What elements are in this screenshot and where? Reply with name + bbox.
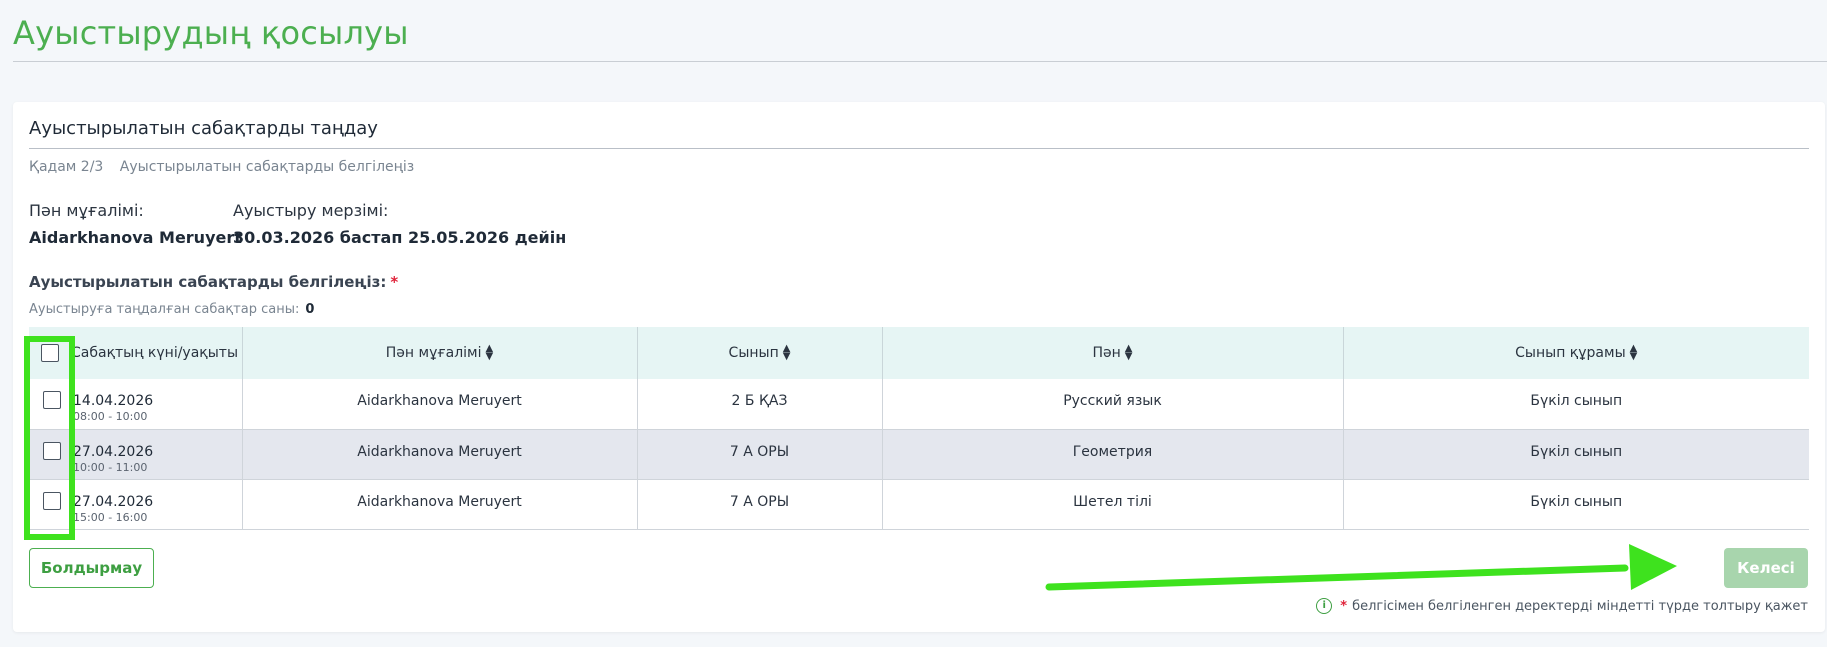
subject-cell: Геометрия [882, 429, 1344, 480]
sort-icon[interactable]: ▲ ▼ [486, 344, 494, 362]
period-value: 30.03.2026 бастап 25.05.2026 дейін [233, 228, 567, 247]
required-mark: * [1340, 598, 1348, 614]
composition-cell: Бүкіл сынып [1343, 379, 1809, 430]
card-divider [29, 148, 1809, 149]
required-footnote: i * белгісімен белгіленген деректерді мі… [1316, 598, 1808, 614]
selected-count-value: 0 [305, 302, 315, 317]
class-cell: 7 А ОРЫ [637, 479, 883, 530]
column-header-class-label: Сынып [728, 345, 779, 361]
teacher-value: Aidarkhanova Meruyert [29, 228, 242, 247]
select-lessons-text: Ауыстырылатын сабақтарды белгілеңіз: [29, 273, 387, 291]
column-header-composition-label: Сынып құрамы [1515, 345, 1626, 361]
lesson-date: 14.04.2026 [73, 393, 154, 409]
select-lessons-label: Ауыстырылатын сабақтарды белгілеңіз: * [29, 273, 398, 291]
footnote-text: белгісімен белгіленген деректерді міндет… [1352, 598, 1808, 614]
cancel-button[interactable]: Болдырмау [29, 548, 154, 588]
column-header-subject-label: Пән [1092, 345, 1121, 361]
title-divider [13, 61, 1827, 62]
subject-cell: Русский язык [882, 379, 1344, 430]
info-icon: i [1316, 598, 1333, 614]
teacher-cell: Aidarkhanova Meruyert [242, 429, 638, 480]
composition-cell: Бүкіл сынып [1343, 429, 1809, 480]
step-label: Қадам 2/3 [29, 159, 104, 175]
column-header-subject[interactable]: Пән ▲ ▼ [882, 327, 1344, 379]
selected-count-label: Ауыстыруға таңдалған сабақтар саны: [29, 302, 300, 317]
sort-icon[interactable]: ▲ ▼ [1630, 344, 1638, 362]
annotation-arrow-icon [1045, 544, 1677, 591]
sort-icon[interactable]: ▲ ▼ [783, 344, 791, 362]
column-header-date-label: Сабақтың күні/уақыты [71, 345, 239, 361]
lessons-table: Сабақтың күні/уақыты Пән мұғалімі ▲ ▼ Сыны… [29, 327, 1809, 530]
table-row: 27.04.2026 15:00 - 16:00 Aidarkhanova Me… [29, 479, 1809, 530]
lesson-time: 15:00 - 16:00 [73, 510, 148, 524]
checkbox-highlight-annotation [24, 336, 75, 540]
column-header-teacher[interactable]: Пән мұғалімі ▲ ▼ [242, 327, 638, 379]
teacher-cell: Aidarkhanova Meruyert [242, 379, 638, 430]
lesson-time: 08:00 - 10:00 [73, 410, 148, 423]
column-header-teacher-label: Пән мұғалімі [385, 345, 482, 361]
step-text: Ауыстырылатын сабақтарды белгілеңіз [119, 159, 415, 175]
subject-cell: Шетел тілі [882, 479, 1344, 530]
lesson-time: 10:00 - 11:00 [73, 460, 148, 474]
column-header-composition[interactable]: Сынып құрамы ▲ ▼ [1343, 327, 1809, 379]
lesson-date: 27.04.2026 [73, 443, 154, 460]
card-title: Ауыстырылатын сабақтарды таңдау [29, 118, 378, 139]
sort-icon[interactable]: ▲ ▼ [1125, 344, 1133, 362]
selected-count: Ауыстыруға таңдалған сабақтар саны: 0 [29, 302, 314, 317]
table-row: 14.04.2026 08:00 - 10:00 Aidarkhanova Me… [29, 379, 1809, 430]
class-cell: 2 Б ҚАЗ [637, 379, 883, 430]
class-cell: 7 А ОРЫ [637, 429, 883, 480]
step-indicator: Қадам 2/3 Ауыстырылатын сабақтарды белгі… [29, 159, 426, 175]
composition-cell: Бүкіл сынып [1343, 479, 1809, 530]
page-title: Ауыстырудың қосылуы [13, 14, 409, 52]
teacher-label: Пән мұғалімі: [29, 201, 144, 220]
required-mark: * [390, 273, 399, 291]
table-row: 27.04.2026 10:00 - 11:00 Aidarkhanova Me… [29, 429, 1809, 480]
next-button[interactable]: Келесі [1724, 548, 1808, 588]
table-header-row: Сабақтың күні/уақыты Пән мұғалімі ▲ ▼ Сыны… [29, 327, 1809, 379]
period-label: Ауыстыру мерзімі: [233, 201, 389, 220]
lesson-date: 27.04.2026 [73, 493, 154, 510]
column-header-class[interactable]: Сынып ▲ ▼ [637, 327, 883, 379]
teacher-cell: Aidarkhanova Meruyert [242, 479, 638, 530]
